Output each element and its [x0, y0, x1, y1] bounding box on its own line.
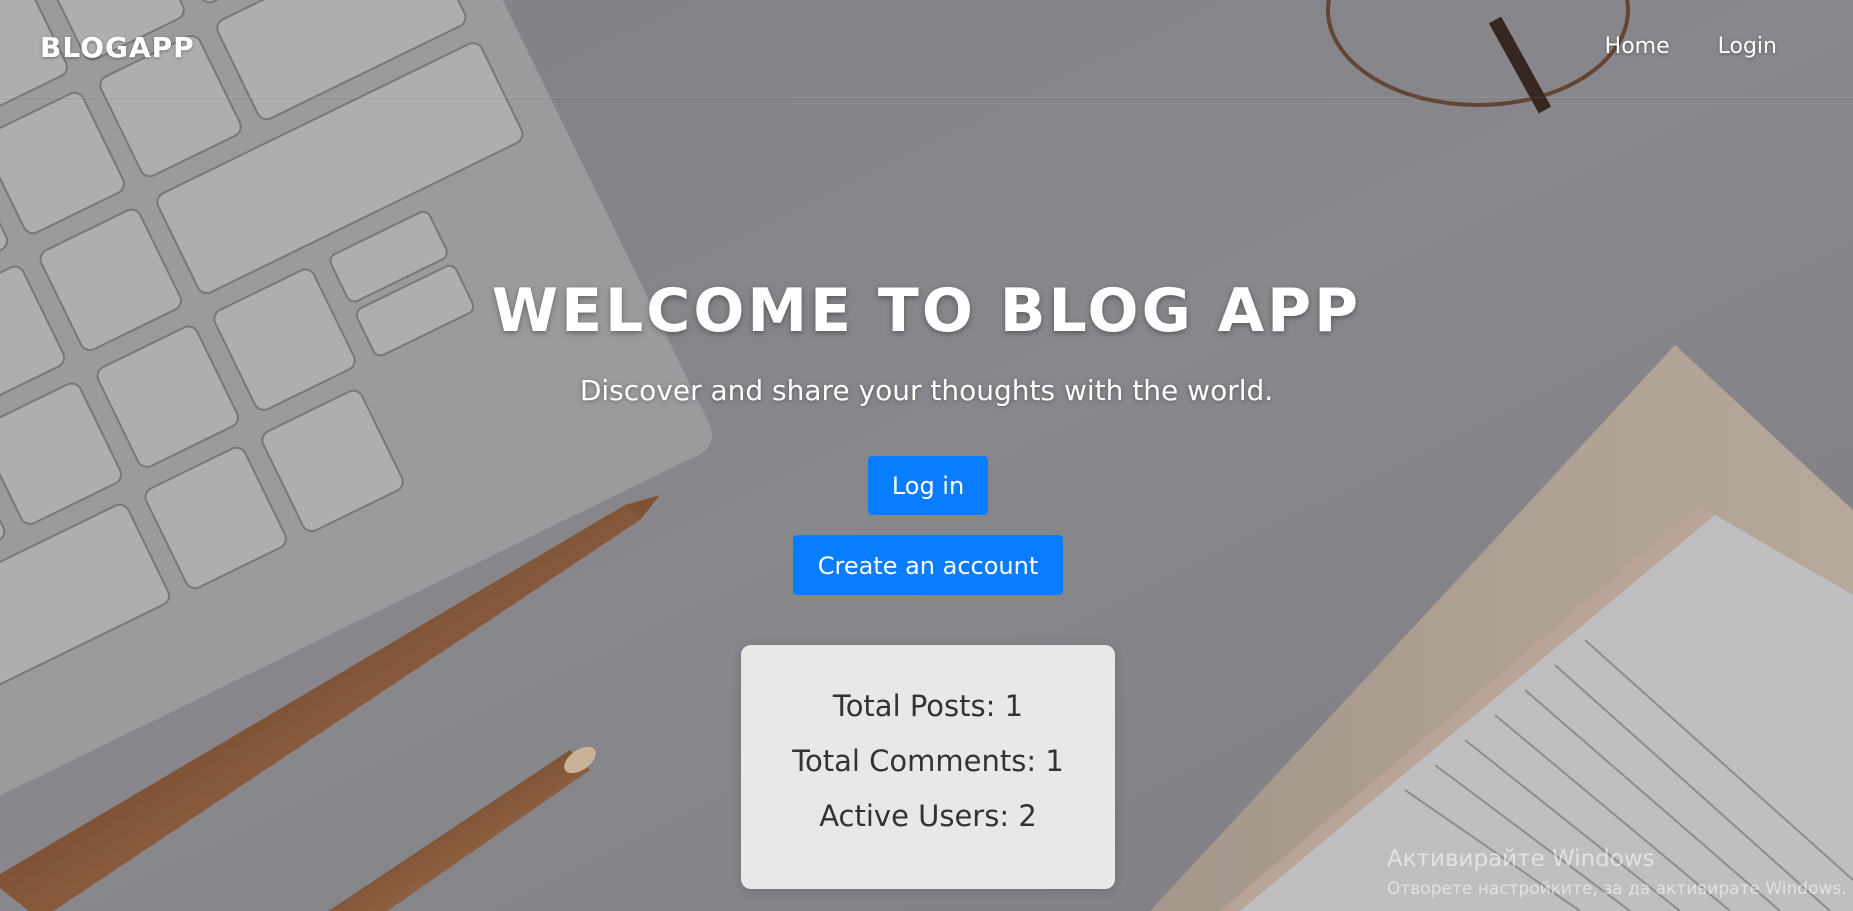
nav-links: Home Login: [1605, 34, 1777, 59]
stat-total-posts: Total Posts: 1: [832, 689, 1024, 723]
top-navbar: BLOGAPP Home Login: [0, 0, 1853, 98]
windows-activation-title: Активирайте Windows: [1387, 846, 1655, 872]
create-account-button[interactable]: Create an account: [793, 535, 1063, 595]
hero-subtitle: Discover and share your thoughts with th…: [579, 374, 1274, 407]
nav-link-home[interactable]: Home: [1605, 34, 1670, 59]
nav-link-login[interactable]: Login: [1718, 34, 1777, 59]
hero-title: WELCOME TO BLOG APP: [491, 276, 1362, 346]
brand-logo[interactable]: BLOGAPP: [40, 31, 195, 64]
login-button[interactable]: Log in: [868, 456, 988, 515]
windows-activation-subtitle: Отворете настройките, за да активирате W…: [1387, 879, 1847, 899]
stat-active-users: Active Users: 2: [819, 799, 1037, 833]
stat-total-comments: Total Comments: 1: [792, 744, 1064, 778]
hero-section: BLOGAPP Home Login WELCOME TO BLOG APP D…: [0, 0, 1853, 911]
stats-card: Total Posts: 1 Total Comments: 1 Active …: [741, 645, 1115, 889]
